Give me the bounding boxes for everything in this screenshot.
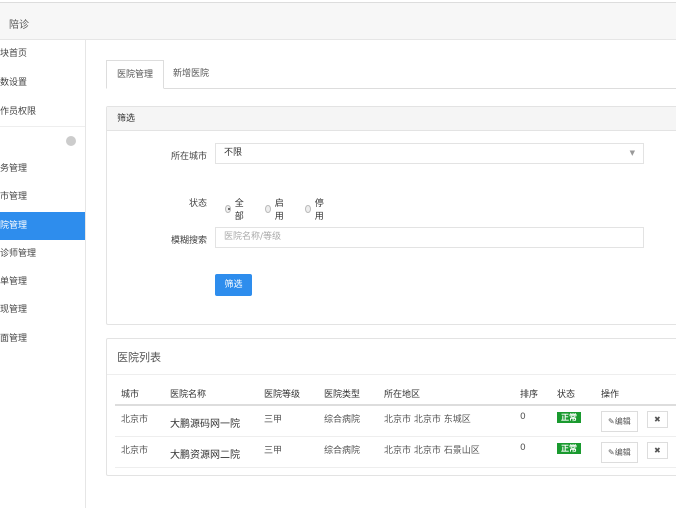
- cell-type: 综合病院: [318, 405, 378, 437]
- search-label: 模糊搜索: [170, 236, 207, 246]
- edit-button[interactable]: ✎编辑: [601, 411, 638, 432]
- radio-label: 全部: [234, 199, 244, 222]
- col-actions: 操作: [595, 383, 641, 406]
- list-title: 医院列表: [107, 339, 676, 375]
- table-row: 北京市 大鹏资源网二院 三甲 综合病院 北京市 北京市 石景山区 0 正常 ✎编…: [115, 436, 676, 468]
- app-title: 陪诊: [9, 20, 29, 31]
- table-header: 城市 医院名称 医院等级 医院类型 所在地区 排序 状态 操作: [115, 383, 676, 406]
- tab-add-hospital[interactable]: 新增医院: [163, 60, 219, 89]
- sidebar-item-params[interactable]: 数设置: [0, 69, 85, 97]
- delete-button[interactable]: ✖: [647, 411, 668, 428]
- radio-icon: [265, 205, 271, 213]
- filter-button[interactable]: 筛选: [215, 274, 252, 296]
- col-type: 医院类型: [318, 383, 378, 406]
- col-level: 医院等级: [258, 383, 318, 406]
- col-sort: 排序: [514, 383, 551, 406]
- sidebar-item-service[interactable]: 务管理: [0, 155, 85, 183]
- sidebar: 块首页 数设置 作员权限 务管理 市管理 院管理 诊师管理 单管理 现管理 面管…: [0, 40, 86, 508]
- cell-region: 北京市 北京市 东城区: [378, 405, 514, 437]
- sidebar-item-hospital[interactable]: 院管理: [0, 212, 85, 240]
- cell-city: 北京市: [115, 405, 164, 437]
- top-bar: 陪诊: [0, 2, 676, 40]
- cell-name: 大鹏资源网二院: [164, 436, 258, 468]
- hospital-list-panel: 医院列表 城市 医院名称 医院等级 医院类型 所在地区 排序 状态 操作 北京市…: [106, 338, 676, 476]
- cell-name: 大鹏源码网一院: [164, 405, 258, 437]
- cell-region: 北京市 北京市 石景山区: [378, 436, 514, 468]
- edit-button[interactable]: ✎编辑: [601, 441, 638, 463]
- filter-panel: 筛选 所在城市 不限 ▼ 状态 全部 启用 停用 模糊搜索 医院名称/等级 筛选: [106, 106, 676, 325]
- col-region: 所在地区: [378, 383, 514, 406]
- radio-label: 启用: [274, 199, 284, 222]
- sidebar-item-withdraw[interactable]: 现管理: [0, 296, 85, 324]
- col-name: 医院名称: [164, 383, 258, 406]
- sidebar-item-city[interactable]: 市管理: [0, 183, 85, 211]
- city-label: 所在城市: [170, 152, 207, 162]
- cell-sort: 0: [514, 436, 551, 468]
- sidebar-item-pages[interactable]: 面管理: [0, 325, 85, 353]
- status-label: 状态: [188, 199, 207, 209]
- sidebar-item-home[interactable]: 块首页: [0, 40, 85, 68]
- collapse-icon[interactable]: [66, 136, 76, 146]
- sidebar-item-orders[interactable]: 单管理: [0, 268, 85, 296]
- radio-icon: [305, 205, 311, 213]
- city-select[interactable]: 不限 ▼: [215, 143, 644, 164]
- sidebar-divider: [0, 126, 85, 127]
- cell-city: 北京市: [115, 436, 164, 468]
- cell-level: 三甲: [258, 405, 318, 437]
- hospital-table: 城市 医院名称 医院等级 医院类型 所在地区 排序 状态 操作 北京市 大鹏源码…: [115, 383, 676, 468]
- city-value: 不限: [224, 148, 243, 158]
- tab-hospital-manage[interactable]: 医院管理: [106, 60, 165, 89]
- radio-label: 停用: [314, 199, 324, 222]
- sidebar-item-permissions[interactable]: 作员权限: [0, 98, 85, 126]
- radio-all[interactable]: 全部: [225, 196, 246, 222]
- filter-title: 筛选: [107, 107, 676, 131]
- radio-icon: [225, 205, 231, 213]
- delete-button[interactable]: ✖: [647, 441, 668, 459]
- col-city: 城市: [115, 383, 164, 406]
- cell-type: 综合病院: [318, 436, 378, 468]
- status-badge: 正常: [557, 442, 581, 454]
- search-input[interactable]: 医院名称/等级: [215, 227, 644, 248]
- radio-enabled[interactable]: 启用: [265, 196, 286, 222]
- cell-sort: 0: [514, 405, 551, 437]
- tab-bar: 医院管理 新增医院: [106, 60, 676, 89]
- table-row: 北京市 大鹏源码网一院 三甲 综合病院 北京市 北京市 东城区 0 正常 ✎编辑…: [115, 405, 676, 437]
- col-status: 状态: [551, 383, 595, 406]
- status-badge: 正常: [557, 412, 581, 423]
- chevron-down-icon: ▼: [629, 149, 635, 157]
- cell-level: 三甲: [258, 436, 318, 468]
- sidebar-item-escort[interactable]: 诊师管理: [0, 240, 85, 268]
- radio-disabled[interactable]: 停用: [305, 196, 326, 222]
